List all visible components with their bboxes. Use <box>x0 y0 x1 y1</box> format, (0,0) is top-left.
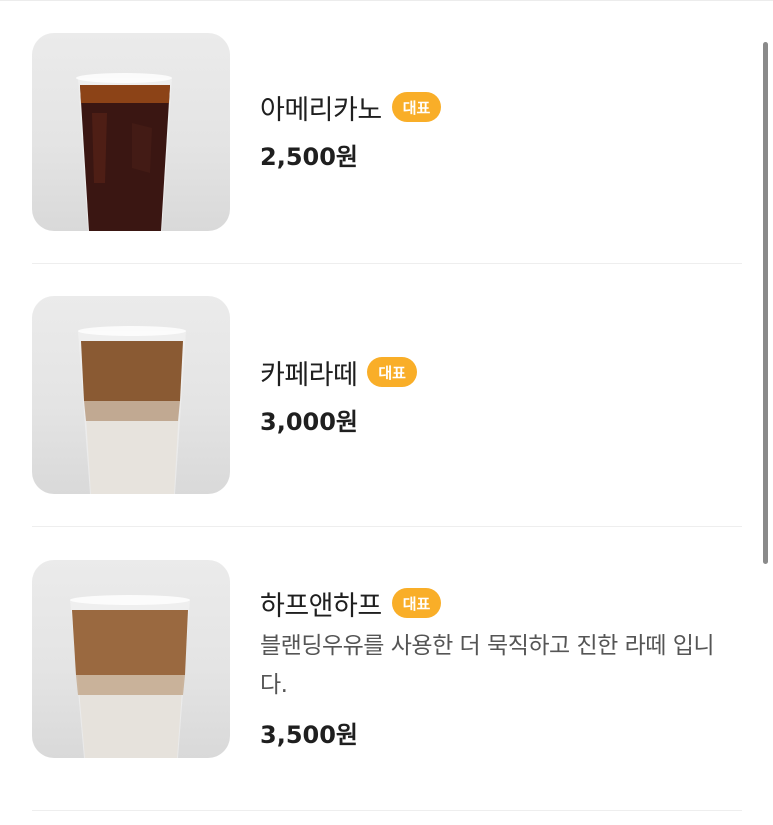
menu-item-photo <box>32 33 230 231</box>
menu-item-price: 2,500원 <box>260 143 358 171</box>
menu-item-price: 3,500원 <box>260 721 358 749</box>
menu-item-half-and-half[interactable]: 하프앤하프 대표 블랜딩우유를 사용한 더 묵직하고 진한 라떼 입니다. 3,… <box>32 560 742 778</box>
signature-badge: 대표 <box>367 357 417 387</box>
item-divider <box>32 263 742 264</box>
signature-badge: 대표 <box>391 92 442 122</box>
menu-item-photo <box>32 296 230 494</box>
menu-item-cafe-latte[interactable]: 카페라떼 대표 3,000원 <box>32 296 742 494</box>
item-divider <box>32 810 742 811</box>
menu-item-name: 하프앤하프 <box>260 590 382 622</box>
menu-item-photo <box>32 560 230 758</box>
menu-item-name: 카페라떼 <box>260 359 358 391</box>
menu-item-name: 아메리카노 <box>260 94 382 126</box>
item-divider <box>32 526 742 527</box>
signature-badge: 대표 <box>391 588 442 618</box>
menu-item-description: 블랜딩우유를 사용한 더 묵직하고 진한 라떼 입니다. <box>260 633 715 698</box>
menu-item-americano[interactable]: 아메리카노 대표 2,500원 <box>32 33 742 231</box>
top-divider <box>0 0 773 1</box>
menu-item-price: 3,000원 <box>260 408 358 436</box>
scrollbar[interactable] <box>763 42 768 564</box>
